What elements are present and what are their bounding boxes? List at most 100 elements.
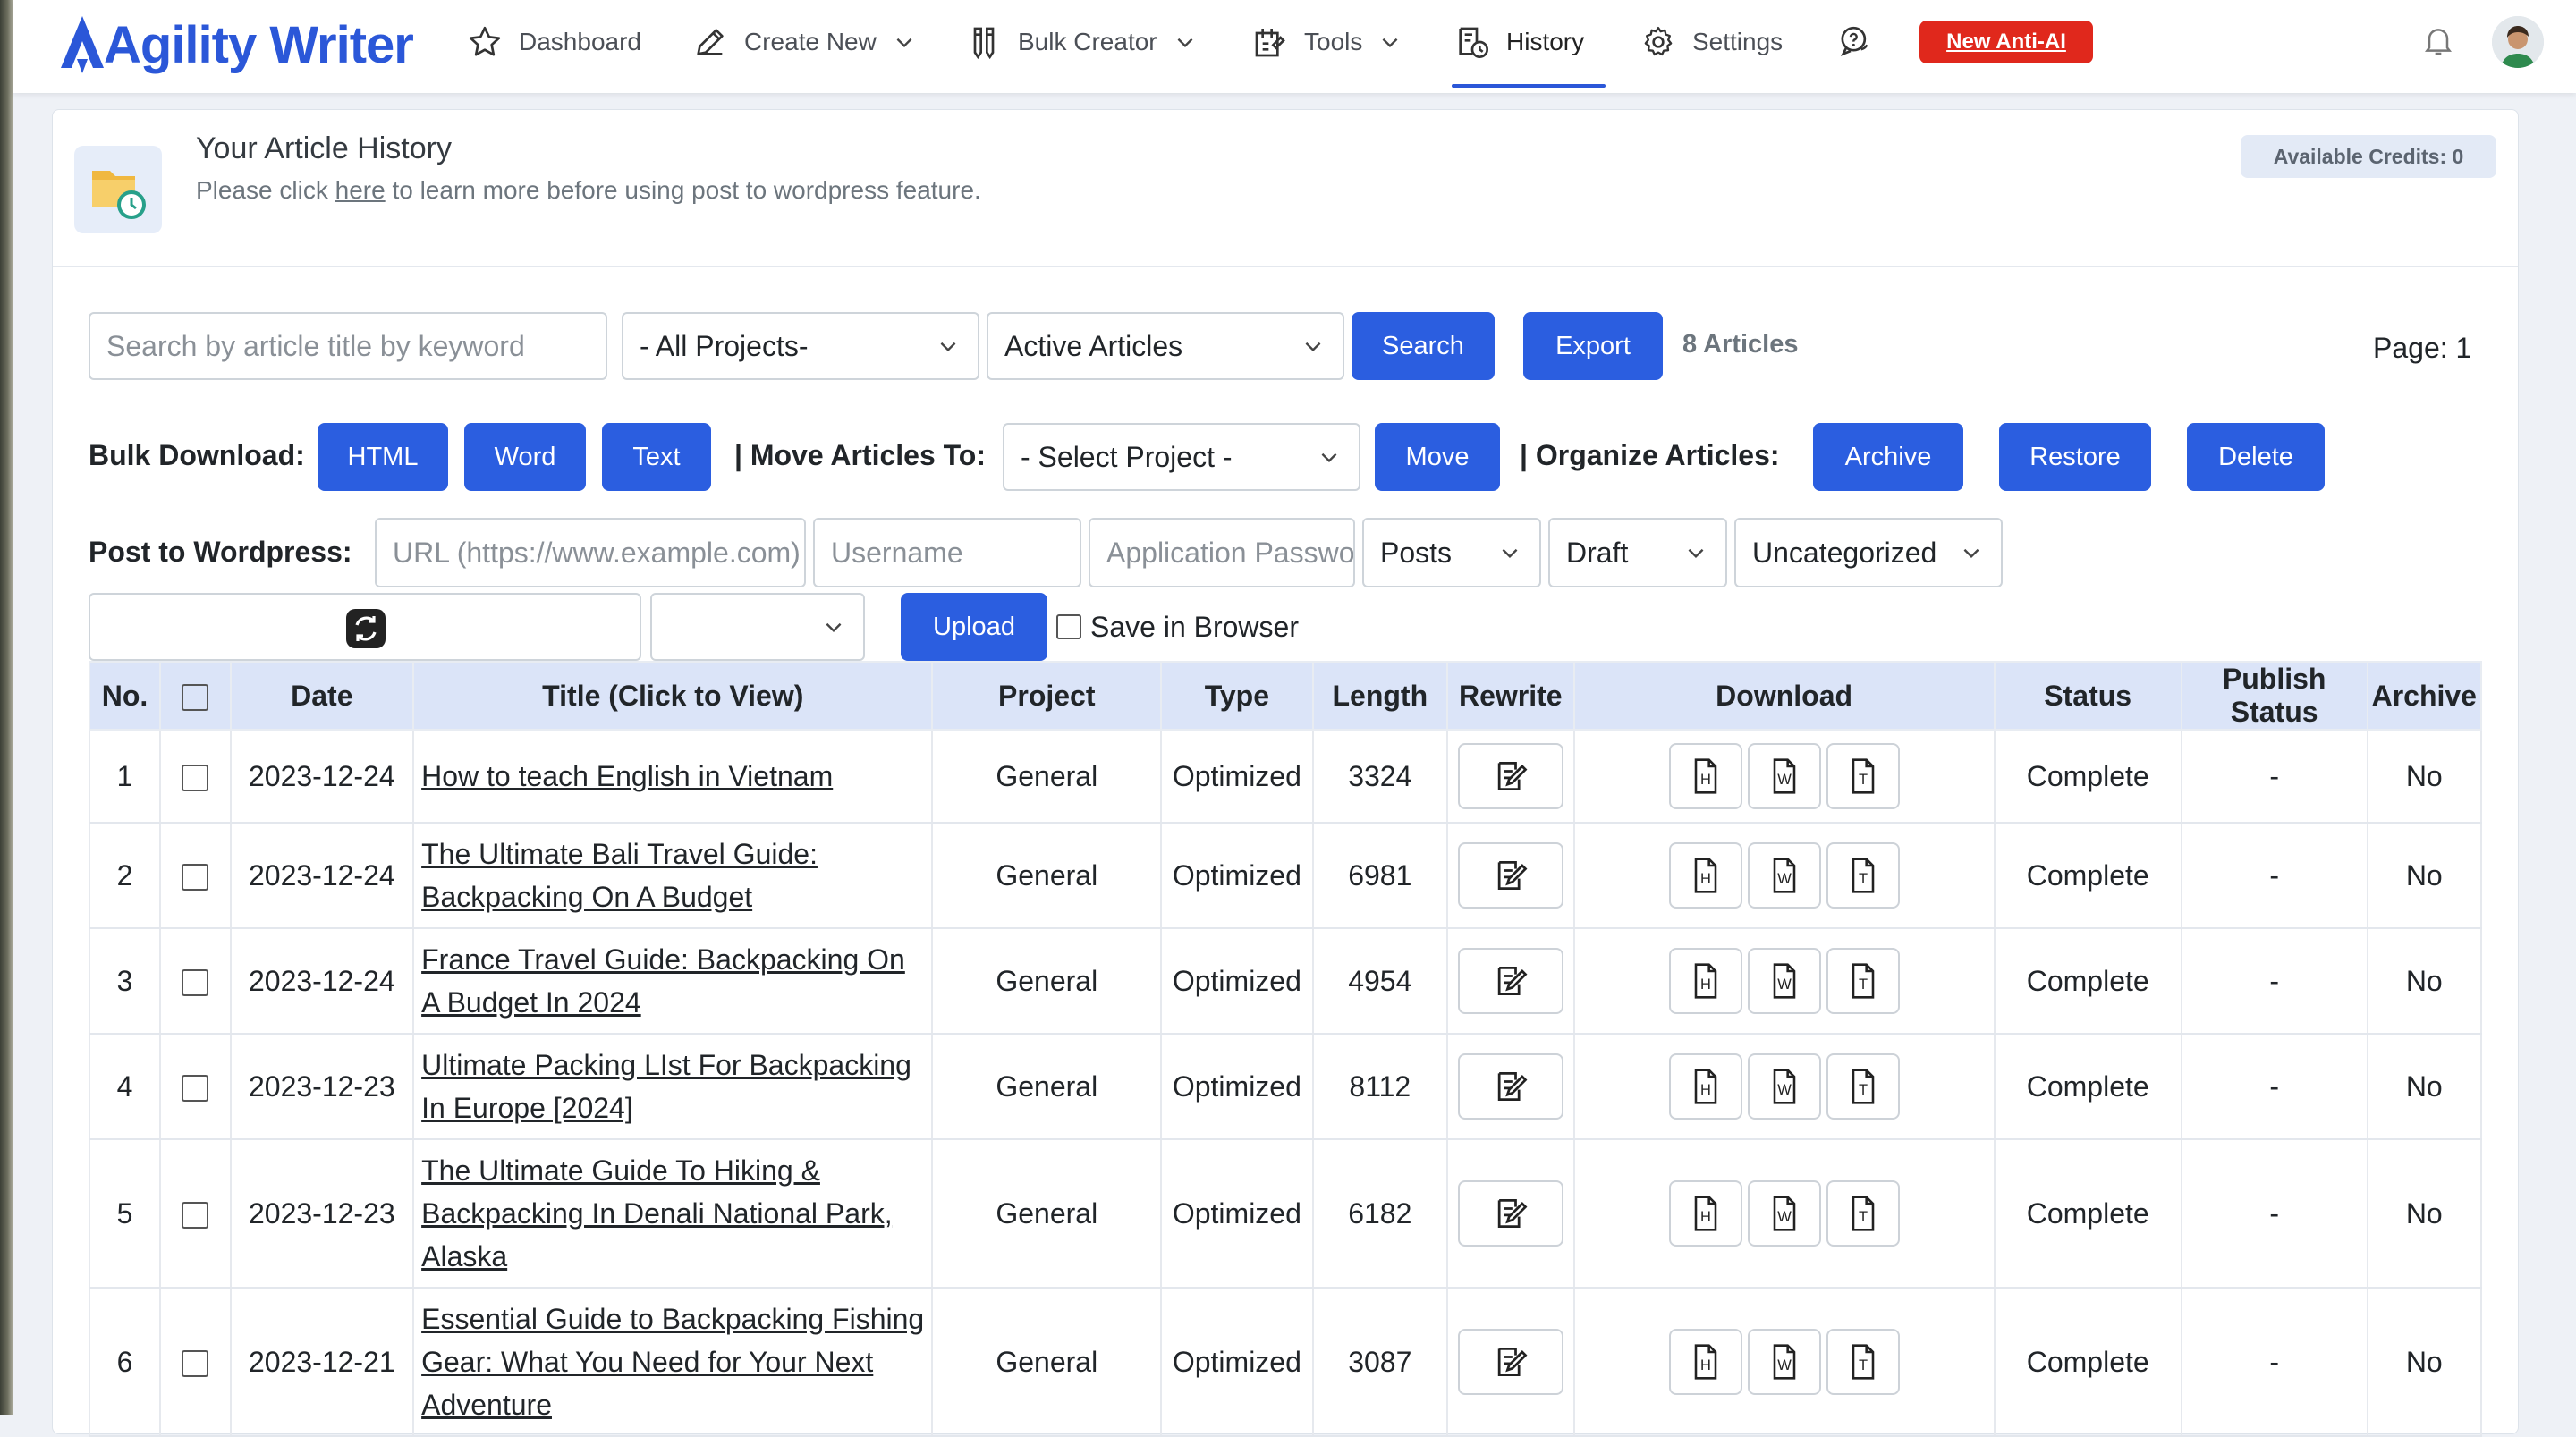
- row-checkbox[interactable]: [182, 864, 209, 892]
- row-checkbox[interactable]: [182, 1350, 209, 1378]
- delete-button[interactable]: Delete: [2187, 423, 2325, 491]
- rewrite-button[interactable]: [1457, 1180, 1563, 1247]
- table-row: 4 2023-12-23 Ultimate Packing LIst For Bac…: [88, 1034, 2483, 1140]
- svg-text:W: W: [1777, 1082, 1792, 1098]
- article-title-link[interactable]: Essential Guide to Backpacking Fishing G…: [421, 1303, 924, 1421]
- download-word-button[interactable]: W: [1747, 948, 1821, 1014]
- chat-support-button[interactable]: [1837, 21, 1873, 63]
- wordpress-password-input[interactable]: Application Password: [1089, 518, 1355, 587]
- row-number: 1: [88, 730, 162, 824]
- nav-dashboard[interactable]: Dashboard: [467, 21, 641, 63]
- saved-site-field[interactable]: [89, 593, 641, 661]
- download-html-button[interactable]: H: [1668, 842, 1742, 909]
- download-text-button[interactable]: T: [1826, 1180, 1900, 1247]
- row-length: 6981: [1311, 823, 1448, 929]
- row-checkbox-cell[interactable]: [159, 928, 232, 1035]
- export-button[interactable]: Export: [1523, 312, 1663, 380]
- rewrite-button[interactable]: [1457, 1053, 1563, 1120]
- chat-question-icon: [1840, 26, 1868, 56]
- post-status-select[interactable]: Draft: [1548, 518, 1727, 587]
- row-checkbox[interactable]: [182, 969, 209, 997]
- download-html-button[interactable]: H: [1668, 1180, 1742, 1247]
- row-project: General: [931, 1139, 1163, 1289]
- bulk-download-text-button[interactable]: Text: [602, 423, 711, 491]
- upload-button[interactable]: Upload: [901, 593, 1047, 661]
- search-input[interactable]: Search by article title by keyword: [89, 312, 607, 380]
- archive-button[interactable]: Archive: [1813, 423, 1963, 491]
- row-checkbox-cell[interactable]: [159, 1288, 232, 1437]
- chevron-down-icon: [826, 622, 842, 633]
- wordpress-username-input[interactable]: Username: [813, 518, 1081, 587]
- move-project-select[interactable]: - Select Project -: [1003, 423, 1360, 491]
- post-type-select[interactable]: Posts: [1362, 518, 1541, 587]
- row-checkbox[interactable]: [182, 1075, 209, 1103]
- row-checkbox-cell[interactable]: [159, 1139, 232, 1289]
- row-type: Optimized: [1160, 823, 1314, 929]
- rewrite-button[interactable]: [1457, 1329, 1563, 1395]
- row-rewrite-cell: [1445, 1139, 1575, 1289]
- download-text-button[interactable]: T: [1826, 1329, 1900, 1395]
- row-checkbox-cell[interactable]: [159, 823, 232, 929]
- row-checkbox[interactable]: [182, 1202, 209, 1230]
- nav-settings[interactable]: Settings: [1640, 21, 1783, 63]
- nav-history[interactable]: History: [1454, 21, 1584, 63]
- project-filter-select[interactable]: - All Projects-: [622, 312, 979, 380]
- article-status-select[interactable]: Active Articles: [987, 312, 1344, 380]
- category-select[interactable]: Uncategorized: [1734, 518, 2003, 587]
- download-word-button[interactable]: W: [1747, 1329, 1821, 1395]
- restore-button[interactable]: Restore: [1999, 423, 2151, 491]
- download-html-button[interactable]: H: [1668, 1053, 1742, 1120]
- nav-create-new[interactable]: Create New: [692, 21, 916, 63]
- row-type: Optimized: [1160, 928, 1314, 1035]
- svg-text:T: T: [1859, 1082, 1868, 1098]
- article-title-link[interactable]: How to teach English in Vietnam: [421, 760, 833, 792]
- bell-icon[interactable]: [2420, 21, 2456, 59]
- bulk-download-word-button[interactable]: Word: [464, 423, 586, 491]
- row-checkbox[interactable]: [182, 765, 209, 792]
- article-title-link[interactable]: The Ultimate Bali Travel Guide: Backpack…: [421, 838, 818, 913]
- refresh-icon[interactable]: [344, 607, 387, 650]
- rewrite-button[interactable]: [1457, 948, 1563, 1014]
- download-text-button[interactable]: T: [1826, 948, 1900, 1014]
- svg-text:T: T: [1859, 1357, 1868, 1374]
- download-text-button[interactable]: T: [1826, 842, 1900, 909]
- help-link[interactable]: here: [335, 176, 386, 204]
- user-avatar[interactable]: [2492, 16, 2544, 68]
- rewrite-button[interactable]: [1457, 743, 1563, 809]
- row-status: Complete: [1993, 928, 2182, 1035]
- saved-site-select[interactable]: [650, 593, 865, 661]
- download-html-button[interactable]: H: [1668, 743, 1742, 809]
- nav-tools[interactable]: Tools: [1252, 21, 1402, 63]
- row-checkbox-cell[interactable]: [159, 730, 232, 824]
- download-text-button[interactable]: T: [1826, 743, 1900, 809]
- nav-bulk-creator[interactable]: Bulk Creator: [966, 21, 1197, 63]
- search-button[interactable]: Search: [1352, 312, 1495, 380]
- bulk-download-html-button[interactable]: HTML: [318, 423, 448, 491]
- row-publish-status: -: [2180, 1288, 2368, 1437]
- file-t-icon: T: [1852, 1196, 1874, 1231]
- download-word-button[interactable]: W: [1747, 743, 1821, 809]
- download-word-button[interactable]: W: [1747, 842, 1821, 909]
- article-title-link[interactable]: France Travel Guide: Backpacking On A Bu…: [421, 943, 905, 1019]
- row-date: 2023-12-24: [229, 928, 415, 1035]
- col-select-all[interactable]: [159, 661, 232, 731]
- download-word-button[interactable]: W: [1747, 1053, 1821, 1120]
- download-text-button[interactable]: T: [1826, 1053, 1900, 1120]
- col-download: Download: [1572, 661, 1996, 731]
- download-html-button[interactable]: H: [1668, 1329, 1742, 1395]
- rewrite-button[interactable]: [1457, 842, 1563, 909]
- row-checkbox-cell[interactable]: [159, 1034, 232, 1140]
- chevron-down-icon: [1502, 548, 1518, 559]
- select-all-checkbox[interactable]: [182, 684, 209, 712]
- wordpress-url-input[interactable]: URL (https://www.example.com): [375, 518, 806, 587]
- row-type: Optimized: [1160, 1288, 1314, 1437]
- download-word-button[interactable]: W: [1747, 1180, 1821, 1247]
- app-logo[interactable]: Agility Writer: [55, 13, 414, 77]
- download-html-button[interactable]: H: [1668, 948, 1742, 1014]
- article-title-link[interactable]: The Ultimate Guide To Hiking & Backpacki…: [421, 1154, 893, 1272]
- background-window-edge: [0, 0, 13, 1415]
- save-in-browser-checkbox[interactable]: [1056, 614, 1081, 639]
- article-title-link[interactable]: Ultimate Packing LIst For Backpacking In…: [421, 1049, 911, 1124]
- new-anti-ai-button[interactable]: New Anti-AI: [1919, 21, 2093, 63]
- move-button[interactable]: Move: [1375, 423, 1500, 491]
